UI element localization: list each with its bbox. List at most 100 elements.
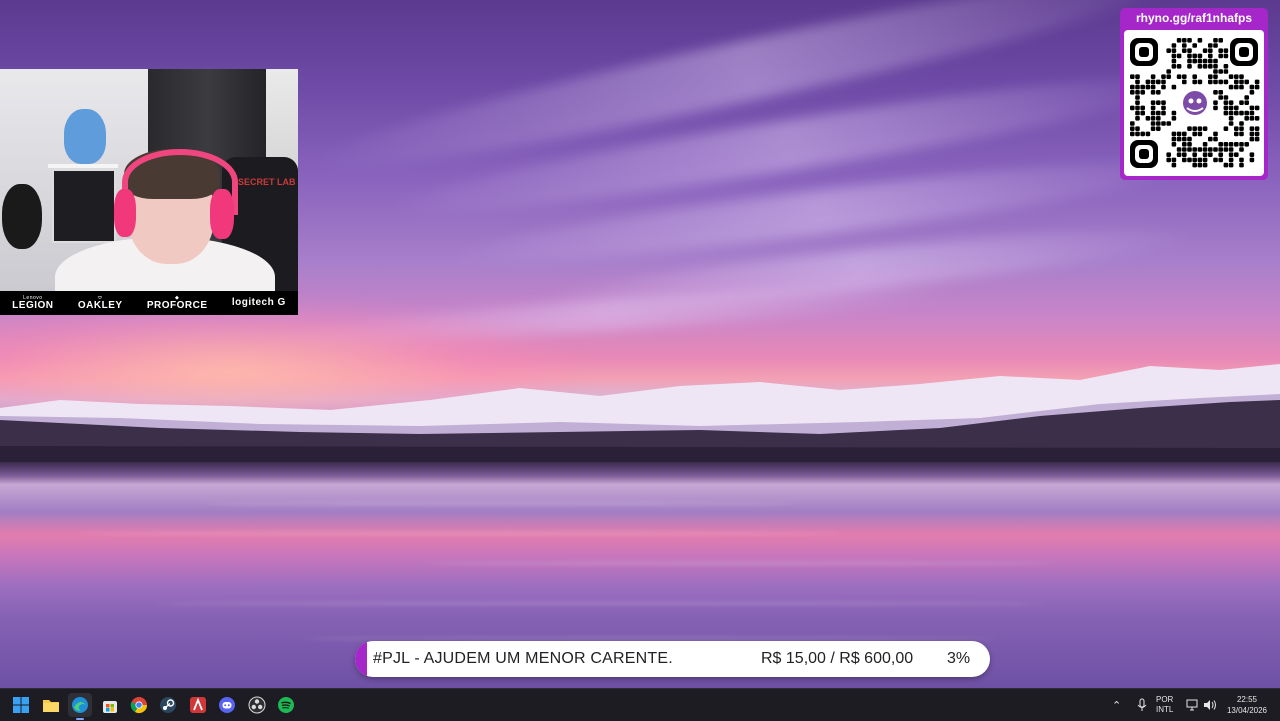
- language-indicator[interactable]: POR INTL: [1156, 689, 1173, 721]
- qr-module: [1218, 79, 1223, 85]
- qr-module: [1171, 157, 1177, 163]
- edge-button[interactable]: [68, 693, 92, 720]
- qr-module: [1208, 147, 1213, 152]
- qr-module: [1145, 79, 1151, 85]
- qr-module: [1182, 147, 1187, 152]
- qr-module: [1239, 121, 1244, 126]
- qr-module: [1130, 126, 1135, 131]
- qr-module: [1218, 53, 1223, 59]
- qr-module: [1135, 105, 1140, 111]
- qr-module: [1192, 79, 1197, 85]
- qr-module: [1202, 157, 1208, 163]
- qr-module: [1150, 110, 1156, 116]
- qr-module: [1213, 79, 1218, 85]
- obs-icon: [248, 696, 266, 714]
- qr-module: [1218, 152, 1223, 157]
- qr-module: [1161, 100, 1166, 105]
- qr-module: [1218, 48, 1223, 53]
- qr-module: [1234, 126, 1239, 131]
- spotify-button[interactable]: [274, 693, 298, 717]
- qr-module: [1213, 38, 1218, 43]
- discord-button[interactable]: [215, 693, 239, 717]
- chrome-button[interactable]: [127, 693, 151, 717]
- qr-module: [1239, 142, 1244, 147]
- qr-module: [1239, 110, 1244, 116]
- start-button[interactable]: [9, 693, 33, 717]
- qr-code-graphic: [1130, 38, 1260, 168]
- windows-icon: [13, 697, 29, 713]
- sponsor-proforce: ◆ PROFORCE: [147, 295, 208, 311]
- qr-module: [1135, 100, 1140, 105]
- qr-module: [1145, 116, 1151, 121]
- qr-module: [1228, 74, 1234, 79]
- qr-module: [1223, 100, 1229, 105]
- network-icon: [1186, 699, 1198, 711]
- qr-module: [1223, 142, 1229, 147]
- qr-module: [1234, 142, 1239, 147]
- clock[interactable]: 22:55 13/04/2026: [1218, 694, 1276, 716]
- volume-tray-button[interactable]: [1203, 689, 1217, 721]
- steam-button[interactable]: [156, 693, 180, 717]
- network-tray-button[interactable]: [1186, 689, 1200, 721]
- qr-module: [1187, 157, 1192, 163]
- qr-module: [1156, 100, 1161, 105]
- qr-module: [1223, 95, 1229, 100]
- qr-code-widget: rhyno.gg/raf1nhafps: [1120, 8, 1268, 180]
- riot-client-button[interactable]: [186, 693, 210, 717]
- qr-module: [1150, 84, 1156, 90]
- qr-module: [1234, 105, 1239, 111]
- qr-module: [1130, 74, 1135, 79]
- qr-module: [1254, 116, 1260, 121]
- qr-module: [1135, 131, 1140, 137]
- qr-module: [1182, 131, 1187, 137]
- qr-module: [1135, 74, 1140, 79]
- qr-module: [1244, 100, 1249, 105]
- qr-module: [1171, 48, 1177, 53]
- qr-module: [1182, 152, 1187, 157]
- steam-icon: [160, 697, 176, 713]
- qr-module: [1208, 48, 1213, 53]
- qr-module: [1213, 105, 1218, 111]
- qr-module: [1197, 147, 1203, 152]
- qr-module: [1187, 147, 1192, 152]
- qr-module: [1228, 147, 1234, 152]
- qr-module: [1166, 121, 1171, 126]
- qr-module: [1140, 105, 1145, 111]
- qr-module: [1239, 84, 1244, 90]
- sponsor-logitech: logitech G: [232, 298, 286, 308]
- qr-module: [1213, 64, 1218, 69]
- qr-module: [1182, 38, 1187, 43]
- qr-module: [1249, 105, 1255, 111]
- sponsor-main-text: LEGION: [12, 299, 54, 311]
- qr-module: [1192, 157, 1197, 163]
- qr-module: [1249, 152, 1255, 157]
- qr-module: [1150, 121, 1156, 126]
- tray-overflow-button[interactable]: ⌃: [1112, 689, 1121, 721]
- clock-date: 13/04/2026: [1226, 706, 1268, 715]
- qr-module: [1187, 48, 1192, 53]
- file-explorer-button[interactable]: [39, 693, 63, 717]
- qr-module: [1244, 110, 1249, 116]
- qr-module: [1182, 142, 1187, 147]
- edge-icon: [72, 697, 88, 713]
- qr-module: [1244, 142, 1249, 147]
- qr-module: [1223, 110, 1229, 116]
- qr-module: [1234, 74, 1239, 79]
- qr-module: [1254, 79, 1260, 85]
- qr-module: [1161, 105, 1166, 111]
- qr-module: [1192, 74, 1197, 79]
- qr-module: [1171, 136, 1177, 142]
- store-button[interactable]: [98, 693, 122, 717]
- obs-button[interactable]: [245, 693, 269, 717]
- qr-module: [1171, 142, 1177, 147]
- qr-module: [1228, 105, 1234, 111]
- qr-module: [1213, 131, 1218, 137]
- qr-module: [1197, 131, 1203, 137]
- qr-module: [1208, 64, 1213, 69]
- sponsor-main-text: logitech G: [231, 297, 286, 308]
- microphone-tray-button[interactable]: [1137, 689, 1147, 721]
- store-icon: [103, 701, 117, 713]
- qr-module: [1156, 110, 1161, 116]
- qr-module: [1171, 162, 1177, 168]
- qr-url-label: rhyno.gg/raf1nhafps: [1135, 11, 1252, 25]
